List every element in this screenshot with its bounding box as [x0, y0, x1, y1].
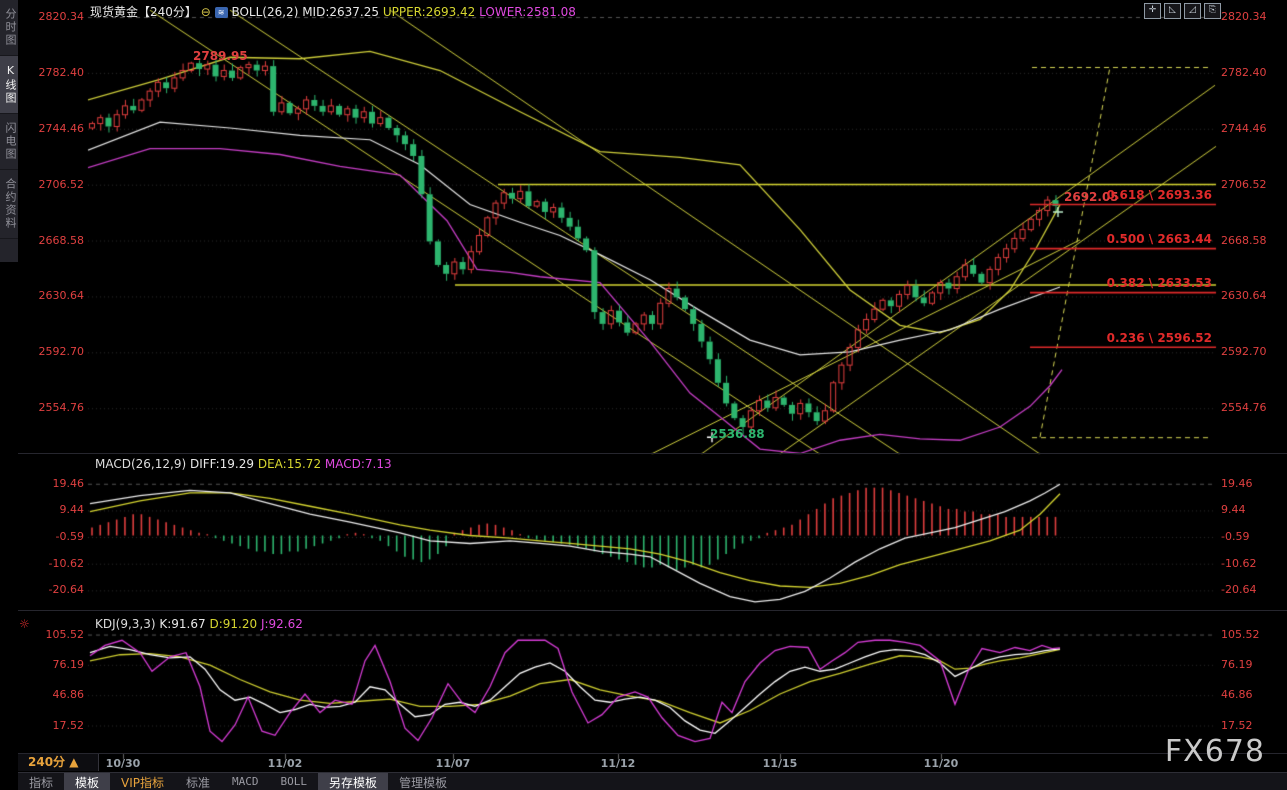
kdj-axis-label-right: 76.19 — [1221, 659, 1253, 671]
sidebar-item-lightning-chart[interactable]: 闪电图 — [0, 114, 18, 170]
main-price-label-left: 2820.34 — [20, 11, 84, 23]
main-price-label-left: 2668.58 — [20, 235, 84, 247]
main-price-label-left: 2744.46 — [20, 123, 84, 135]
kdj-d-value: D:91.20 — [209, 617, 257, 631]
main-price-label-left: 2782.40 — [20, 67, 84, 79]
collapse-icon[interactable]: ⊖ — [201, 5, 211, 19]
macd-axis-label-left: -0.59 — [20, 531, 84, 543]
boll-label: BOLL(26,2) — [231, 5, 298, 19]
tab-templates[interactable]: 模板 — [64, 773, 110, 790]
macd-axis-label-right: 19.46 — [1221, 478, 1253, 490]
main-price-label-right: 2782.40 — [1221, 67, 1267, 79]
tab-boll[interactable]: BOLL — [270, 773, 319, 790]
swing-high-label: 2789.95 — [193, 49, 248, 63]
macd-axis-label-right: -20.64 — [1221, 584, 1256, 596]
symbol-title: 现货黄金【240分】 — [90, 5, 197, 19]
main-price-label-left: 2554.76 — [20, 402, 84, 414]
bottom-tab-bar: 指标 模板 VIP指标 标准 MACD BOLL 另存模板 管理模板 — [18, 772, 1287, 790]
window-shift-icon[interactable]: ⎘ — [1204, 3, 1221, 19]
tab-macd[interactable]: MACD — [221, 773, 270, 790]
fib-level-label: 0.382 \ 2633.53 — [1026, 276, 1212, 290]
macd-axis-label-right: 9.44 — [1221, 504, 1246, 516]
macd-axis-label-right: -10.62 — [1221, 558, 1256, 570]
chart-canvas[interactable] — [0, 0, 1287, 790]
move-tool-icon[interactable]: ✛ — [1144, 3, 1161, 19]
sidebar-item-contract-info[interactable]: 合约资料 — [0, 170, 18, 239]
timeframe-selector[interactable]: 240分 ▲ — [18, 754, 99, 771]
main-price-label-right: 2744.46 — [1221, 123, 1267, 135]
main-price-label-right: 2630.64 — [1221, 290, 1267, 302]
macd-diff-value: DIFF:19.29 — [190, 457, 254, 471]
kdj-panel-header: KDJ(9,3,3) K:91.67 D:91.20 J:92.62 — [95, 617, 303, 631]
main-price-label-left: 2706.52 — [20, 179, 84, 191]
tab-vip-indicators[interactable]: VIP指标 — [110, 773, 175, 790]
date-label: 11/20 — [924, 757, 959, 770]
main-price-label-left: 2592.70 — [20, 346, 84, 358]
main-price-label-left: 2630.64 — [20, 290, 84, 302]
sidebar-item-kline-chart[interactable]: K线图 — [0, 56, 18, 114]
date-label: 11/12 — [601, 757, 636, 770]
boll-upper-value: UPPER:2693.42 — [383, 5, 475, 19]
fib-level-label: 0.500 \ 2663.44 — [1026, 232, 1212, 246]
macd-axis-label-left: -20.64 — [20, 584, 84, 596]
macd-axis-label-left: -10.62 — [20, 558, 84, 570]
macd-axis-label-left: 9.44 — [20, 504, 84, 516]
macd-dea-value: DEA:15.72 — [258, 457, 321, 471]
scale-right-axis-icon[interactable]: ◿ — [1184, 3, 1201, 19]
main-chart-header: 现货黄金【240分】 ⊖ ≋ BOLL(26,2) MID:2637.25 UP… — [90, 3, 576, 19]
chart-mode-sidebar: 分时图 K线图 闪电图 合约资料 — [0, 0, 18, 262]
tab-standard[interactable]: 标准 — [175, 773, 221, 790]
tab-indicators[interactable]: 指标 — [18, 773, 64, 790]
tab-manage-templates[interactable]: 管理模板 — [388, 773, 458, 790]
macd-axis-label-right: -0.59 — [1221, 531, 1249, 543]
swing-low-label: 2536.88 — [710, 427, 765, 441]
chart-toolbar: ✛ ◺ ◿ ⎘ — [1144, 3, 1221, 19]
timeframe-arrow-icon: ▲ — [69, 755, 78, 769]
macd-panel-header: MACD(26,12,9) DIFF:19.29 DEA:15.72 MACD:… — [95, 457, 392, 471]
kdj-axis-label-right: 17.52 — [1221, 720, 1253, 732]
main-price-label-right: 2668.58 — [1221, 235, 1267, 247]
date-label: 11/15 — [763, 757, 798, 770]
fib-level-label: 0.618 \ 2693.36 — [1026, 188, 1212, 202]
boll-mid-value: MID:2637.25 — [302, 5, 379, 19]
date-label: 11/02 — [268, 757, 303, 770]
date-label: 11/07 — [436, 757, 471, 770]
kdj-settings-icon[interactable]: ☼ — [19, 617, 33, 631]
watermark: FX678 — [1165, 734, 1265, 769]
tab-save-template[interactable]: 另存模板 — [318, 773, 388, 790]
kdj-j-value: J:92.62 — [261, 617, 303, 631]
timeframe-label: 240分 — [28, 755, 65, 769]
kdj-axis-label-left: 17.52 — [20, 720, 84, 732]
kdj-name: KDJ(9,3,3) — [95, 617, 156, 631]
macd-value: MACD:7.13 — [325, 457, 392, 471]
macd-name: MACD(26,12,9) — [95, 457, 186, 471]
trading-terminal: 分时图 K线图 闪电图 合约资料 现货黄金【240分】 ⊖ ≋ BOLL(26,… — [0, 0, 1287, 790]
chart-type-icon[interactable]: ≋ — [215, 7, 228, 18]
boll-lower-value: LOWER:2581.08 — [479, 5, 576, 19]
kdj-axis-label-right: 46.86 — [1221, 689, 1253, 701]
kdj-k-value: K:91.67 — [159, 617, 205, 631]
sidebar-item-time-chart[interactable]: 分时图 — [0, 0, 18, 56]
main-price-label-right: 2820.34 — [1221, 11, 1267, 23]
fib-level-label: 0.236 \ 2596.52 — [1026, 331, 1212, 345]
main-price-label-right: 2706.52 — [1221, 179, 1267, 191]
scale-left-axis-icon[interactable]: ◺ — [1164, 3, 1181, 19]
date-label: 10/30 — [106, 757, 141, 770]
main-price-label-right: 2592.70 — [1221, 346, 1267, 358]
macd-axis-label-left: 19.46 — [20, 478, 84, 490]
main-price-label-right: 2554.76 — [1221, 402, 1267, 414]
kdj-axis-label-left: 76.19 — [20, 659, 84, 671]
kdj-axis-label-right: 105.52 — [1221, 629, 1260, 641]
kdj-axis-label-left: 46.86 — [20, 689, 84, 701]
